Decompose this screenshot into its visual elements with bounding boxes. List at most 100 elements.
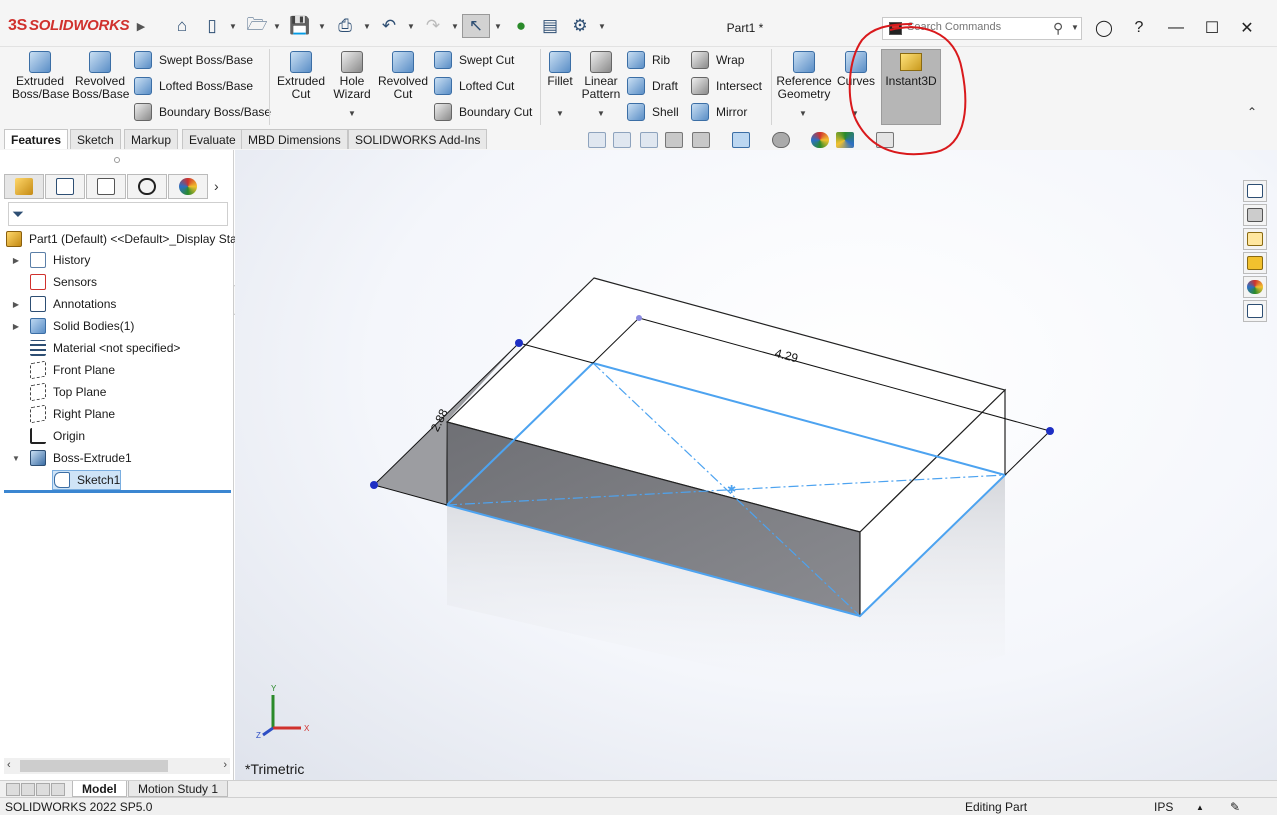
rollback-bar[interactable] (4, 490, 231, 493)
tab-motion-study-1[interactable]: Motion Study 1 (128, 781, 229, 797)
dynamic-annotation-icon[interactable] (692, 132, 710, 148)
search-input[interactable] (907, 21, 1047, 33)
undo-icon[interactable]: ↶ (378, 14, 400, 38)
hole-wizard-button[interactable]: Hole Wizard (330, 51, 374, 101)
linear-pattern-dropdown-icon[interactable]: ▼ (597, 109, 605, 118)
edit-appearance-icon[interactable] (811, 132, 829, 148)
options-dropdown-icon[interactable]: ▼ (597, 14, 607, 38)
mirror-button[interactable]: Mirror (691, 101, 747, 123)
shell-button[interactable]: Shell (627, 101, 679, 123)
expand-arrow-icon[interactable]: ▶ (10, 256, 22, 265)
help-icon[interactable]: ? (1124, 14, 1154, 42)
tree-filter-box[interactable]: ⏷ (8, 202, 228, 226)
task-pane-file-explorer[interactable] (1243, 228, 1267, 250)
save-icon[interactable]: 💾 (289, 14, 311, 38)
tab-features[interactable]: Features (4, 129, 69, 149)
search-icon[interactable]: ⚲ (1053, 20, 1063, 37)
tree-root[interactable]: Part1 (Default) <<Default>_Display Sta (6, 228, 237, 250)
reference-geometry-dropdown-icon[interactable]: ▼ (799, 109, 807, 118)
view-settings-icon[interactable] (876, 132, 894, 148)
task-pane-home[interactable] (1243, 180, 1267, 202)
scroll-right-icon[interactable]: › (223, 759, 227, 771)
property-manager-tab[interactable] (45, 174, 85, 199)
tab-sketch[interactable]: Sketch (70, 129, 121, 149)
graphics-area[interactable]: ✱ 4.29 2.88 Y X Z *Trimetric ◧ ◨ ❐ ✕ (235, 150, 1277, 780)
sketch-point[interactable] (636, 315, 642, 321)
horizontal-scrollbar[interactable]: ‹ › (4, 758, 230, 774)
tree-item-front-plane[interactable]: Front Plane (22, 359, 115, 381)
tab-solidworks-add-ins[interactable]: SOLIDWORKS Add-Ins (348, 129, 488, 149)
dimxpert-manager-tab[interactable] (127, 174, 167, 199)
panel-pin-icon[interactable] (114, 157, 120, 163)
revolved-cut-button[interactable]: Revolved Cut (378, 51, 428, 101)
maximize-button[interactable]: ☐ (1197, 14, 1227, 42)
task-pane-design-library[interactable] (1243, 204, 1267, 226)
previous-view-icon[interactable] (640, 132, 658, 148)
menu-expand-icon[interactable]: ▶ (130, 14, 152, 38)
lofted-cut-button[interactable]: Lofted Cut (434, 75, 514, 97)
units-text[interactable]: IPS (1154, 800, 1173, 814)
task-pane-appearances[interactable] (1243, 276, 1267, 298)
view-orientation-icon[interactable] (732, 132, 750, 148)
zoom-to-fit-icon[interactable] (588, 132, 606, 148)
swept-boss-button[interactable]: Swept Boss/Base (134, 49, 253, 71)
extruded-cut-button[interactable]: Extruded Cut (274, 51, 328, 101)
sketch-point[interactable] (515, 339, 523, 347)
tree-item-boss-extrude1[interactable]: ▼ Boss-Extrude1 (10, 447, 132, 469)
units-dropdown-icon[interactable]: ▲ (1196, 803, 1204, 812)
display-style-icon[interactable] (772, 132, 790, 148)
fillet-dropdown-icon[interactable]: ▼ (556, 109, 564, 118)
revolved-boss-button[interactable]: Revolved Boss/Base (72, 51, 129, 101)
tree-item-sketch1[interactable]: Sketch1 (48, 469, 120, 491)
tree-item-origin[interactable]: Origin (22, 425, 85, 447)
save-dropdown-icon[interactable]: ▼ (317, 14, 327, 38)
extruded-boss-button[interactable]: Extruded Boss/Base (12, 51, 69, 101)
sketch-point[interactable] (370, 481, 378, 489)
chevron-right-icon[interactable]: › (214, 178, 219, 194)
tab-model[interactable]: Model (72, 781, 127, 797)
redo-dropdown-icon[interactable]: ▼ (450, 14, 460, 38)
sketch-point[interactable] (1046, 427, 1054, 435)
next-tab-nav-button[interactable] (36, 783, 50, 796)
expand-arrow-icon[interactable]: ▶ (10, 300, 22, 309)
close-button[interactable]: ✕ (1232, 14, 1262, 42)
user-account-icon[interactable]: ◯ (1089, 14, 1119, 42)
apply-scene-icon[interactable] (836, 132, 854, 148)
collapse-arrow-icon[interactable]: ▼ (10, 454, 22, 463)
tree-item-sensors[interactable]: Sensors (22, 271, 97, 293)
curves-button[interactable]: Curves (837, 51, 875, 88)
last-tab-nav-button[interactable] (51, 783, 65, 796)
curves-dropdown-icon[interactable]: ▼ (851, 109, 859, 118)
options-gear-icon[interactable]: ⚙ (569, 14, 591, 38)
new-document-icon[interactable]: ▯ (201, 14, 223, 38)
rebuild-status-icon[interactable]: ✎ (1230, 800, 1240, 814)
linear-pattern-button[interactable]: Linear Pattern (580, 51, 622, 101)
first-tab-nav-button[interactable] (6, 783, 20, 796)
select-dropdown-icon[interactable]: ▼ (493, 14, 503, 38)
boundary-cut-button[interactable]: Boundary Cut (434, 101, 532, 123)
draft-button[interactable]: Draft (627, 75, 678, 97)
task-pane-view-palette[interactable] (1243, 252, 1267, 274)
instant3d-button[interactable]: Instant3D (881, 49, 941, 125)
intersect-button[interactable]: Intersect (691, 75, 762, 97)
tree-item-annotations[interactable]: ▶ Annotations (10, 293, 116, 315)
tree-item-history[interactable]: ▶ History (10, 249, 90, 271)
tab-markup[interactable]: Markup (124, 129, 179, 149)
zoom-to-area-icon[interactable] (613, 132, 631, 148)
display-manager-tab[interactable] (168, 174, 208, 199)
new-dropdown-icon[interactable]: ▼ (228, 14, 238, 38)
redo-icon[interactable]: ↷ (422, 14, 444, 38)
file-properties-icon[interactable]: ▤ (539, 14, 561, 38)
rib-button[interactable]: Rib (627, 49, 670, 71)
home-icon[interactable]: ⌂ (171, 14, 193, 38)
feature-manager-tab[interactable] (4, 174, 44, 199)
scroll-thumb[interactable] (20, 760, 168, 772)
select-cursor-icon[interactable]: ↖ (462, 14, 490, 38)
section-view-icon[interactable] (665, 132, 683, 148)
tab-mbd-dimensions[interactable]: MBD Dimensions (241, 129, 348, 149)
solidworks-logo[interactable]: 3S SOLIDWORKS (8, 17, 130, 35)
open-dropdown-icon[interactable]: ▼ (272, 14, 282, 38)
search-dropdown-icon[interactable]: ▼ (1071, 23, 1079, 32)
tab-evaluate[interactable]: Evaluate (182, 129, 243, 149)
tree-item-top-plane[interactable]: Top Plane (22, 381, 106, 403)
